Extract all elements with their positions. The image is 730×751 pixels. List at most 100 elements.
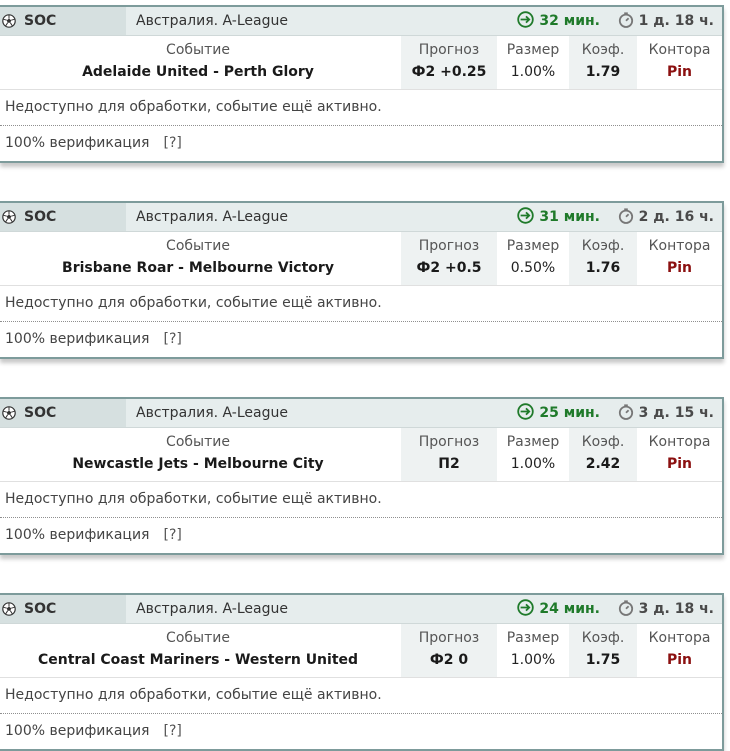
odds-value: 1.76 — [585, 260, 621, 276]
sport-code: SOC — [24, 405, 57, 421]
odds-value: 1.75 — [585, 652, 621, 668]
odds-column: Коэф. 1.76 — [569, 232, 637, 286]
size-label: Размер — [506, 238, 560, 254]
tip-label: Прогноз — [418, 630, 480, 646]
bet-card-2: SOC Австралия. A-League 31 мин. 2 д. 16 … — [0, 201, 724, 359]
odds-value: 1.79 — [585, 64, 621, 80]
bet-details: Событие Newcastle Jets - Melbourne City … — [0, 427, 722, 482]
event-column: Событие Newcastle Jets - Melbourne City — [0, 428, 396, 482]
bookmaker-column: Контора Pin — [637, 428, 722, 482]
event-column: Событие Adelaide United - Perth Glory — [0, 36, 396, 90]
tip-label: Прогноз — [418, 42, 480, 58]
start-time: 3 д. 18 ч. — [618, 595, 714, 623]
event-column: Событие Brisbane Roar - Melbourne Victor… — [0, 232, 396, 286]
size-value: 0.50% — [510, 260, 556, 276]
stopwatch-icon — [618, 208, 633, 224]
size-column: Размер 1.00% — [497, 36, 569, 90]
help-link[interactable]: [?] — [163, 723, 181, 739]
live-time-text: 25 мин. — [539, 405, 600, 421]
arrow-circle-icon — [517, 599, 535, 616]
odds-column: Коэф. 1.75 — [569, 624, 637, 678]
tip-label: Прогноз — [418, 434, 480, 450]
start-time-text: 3 д. 18 ч. — [638, 601, 714, 617]
verification-text: 100% верификация — [5, 723, 150, 739]
stopwatch-icon — [618, 600, 633, 616]
tip-column: Прогноз Ф2 +0.25 — [401, 36, 497, 90]
live-time-text: 31 мин. — [539, 209, 600, 225]
card-header: SOC Австралия. A-League 24 мин. 3 д. 18 … — [0, 595, 722, 623]
league-name: Австралия. A-League — [136, 405, 288, 421]
league-name: Австралия. A-League — [136, 13, 288, 29]
status-text: Недоступно для обработки, событие ещё ак… — [0, 89, 722, 126]
league-name: Австралия. A-League — [136, 209, 288, 225]
status-text: Недоступно для обработки, событие ещё ак… — [0, 285, 722, 322]
bookmaker-column: Контора Pin — [637, 232, 722, 286]
bookmaker-label: Контора — [648, 434, 711, 450]
odds-value: 2.42 — [585, 456, 621, 472]
start-time-text: 2 д. 16 ч. — [638, 209, 714, 225]
verification-text: 100% верификация — [5, 527, 150, 543]
help-link[interactable]: [?] — [163, 135, 181, 151]
status-text: Недоступно для обработки, событие ещё ак… — [0, 481, 722, 518]
bookmaker-value: Pin — [666, 456, 693, 472]
live-time: 32 мин. — [517, 7, 600, 35]
sport-tag: SOC — [0, 399, 126, 427]
bet-details: Событие Brisbane Roar - Melbourne Victor… — [0, 231, 722, 286]
soccer-ball-icon — [2, 602, 16, 616]
event-name: Brisbane Roar - Melbourne Victory — [62, 260, 334, 276]
bookmaker-value: Pin — [666, 260, 693, 276]
event-name: Newcastle Jets - Melbourne City — [72, 456, 324, 472]
size-column: Размер 1.00% — [497, 428, 569, 482]
live-time-text: 24 мин. — [539, 601, 600, 617]
size-column: Размер 0.50% — [497, 232, 569, 286]
verification-row: 100% верификация [?] — [0, 518, 722, 553]
sport-code: SOC — [24, 601, 57, 617]
start-time: 3 д. 15 ч. — [618, 399, 714, 427]
tip-column: Прогноз П2 — [401, 428, 497, 482]
arrow-circle-icon — [517, 403, 535, 420]
status-text: Недоступно для обработки, событие ещё ак… — [0, 677, 722, 714]
sport-tag: SOC — [0, 595, 126, 623]
soccer-ball-icon — [2, 406, 16, 420]
verification-row: 100% верификация [?] — [0, 126, 722, 161]
event-label: Событие — [166, 42, 230, 58]
size-label: Размер — [506, 42, 560, 58]
verification-row: 100% верификация [?] — [0, 322, 722, 357]
card-header: SOC Австралия. A-League 25 мин. 3 д. 15 … — [0, 399, 722, 427]
tip-value: Ф2 +0.25 — [411, 64, 487, 80]
help-link[interactable]: [?] — [163, 527, 181, 543]
event-label: Событие — [166, 630, 230, 646]
soccer-ball-icon — [2, 210, 16, 224]
bookmaker-column: Контора Pin — [637, 36, 722, 90]
card-header: SOC Австралия. A-League 32 мин. 1 д. 18 … — [0, 7, 722, 35]
event-name: Adelaide United - Perth Glory — [82, 64, 314, 80]
bookmaker-value: Pin — [666, 64, 693, 80]
sport-tag: SOC — [0, 7, 126, 35]
bookmaker-label: Контора — [648, 630, 711, 646]
bookmaker-label: Контора — [648, 238, 711, 254]
start-time: 2 д. 16 ч. — [618, 203, 714, 231]
odds-column: Коэф. 2.42 — [569, 428, 637, 482]
event-column: Событие Central Coast Mariners - Western… — [0, 624, 396, 678]
live-time: 24 мин. — [517, 595, 600, 623]
help-link[interactable]: [?] — [163, 331, 181, 347]
bet-card-1: SOC Австралия. A-League 32 мин. 1 д. 18 … — [0, 5, 724, 163]
event-label: Событие — [166, 434, 230, 450]
bet-card-4: SOC Австралия. A-League 24 мин. 3 д. 18 … — [0, 593, 724, 751]
size-value: 1.00% — [510, 456, 556, 472]
odds-label: Коэф. — [581, 42, 625, 58]
stopwatch-icon — [618, 404, 633, 420]
bookmaker-column: Контора Pin — [637, 624, 722, 678]
size-value: 1.00% — [510, 64, 556, 80]
event-name: Central Coast Mariners - Western United — [37, 652, 359, 668]
tip-label: Прогноз — [418, 238, 480, 254]
sport-code: SOC — [24, 13, 57, 29]
live-time: 31 мин. — [517, 203, 600, 231]
card-header: SOC Австралия. A-League 31 мин. 2 д. 16 … — [0, 203, 722, 231]
verification-text: 100% верификация — [5, 135, 150, 151]
tip-value: П2 — [438, 456, 460, 472]
start-time-text: 3 д. 15 ч. — [638, 405, 714, 421]
start-time-text: 1 д. 18 ч. — [638, 13, 714, 29]
bookmaker-label: Контора — [648, 42, 711, 58]
tip-column: Прогноз Ф2 +0.5 — [401, 232, 497, 286]
